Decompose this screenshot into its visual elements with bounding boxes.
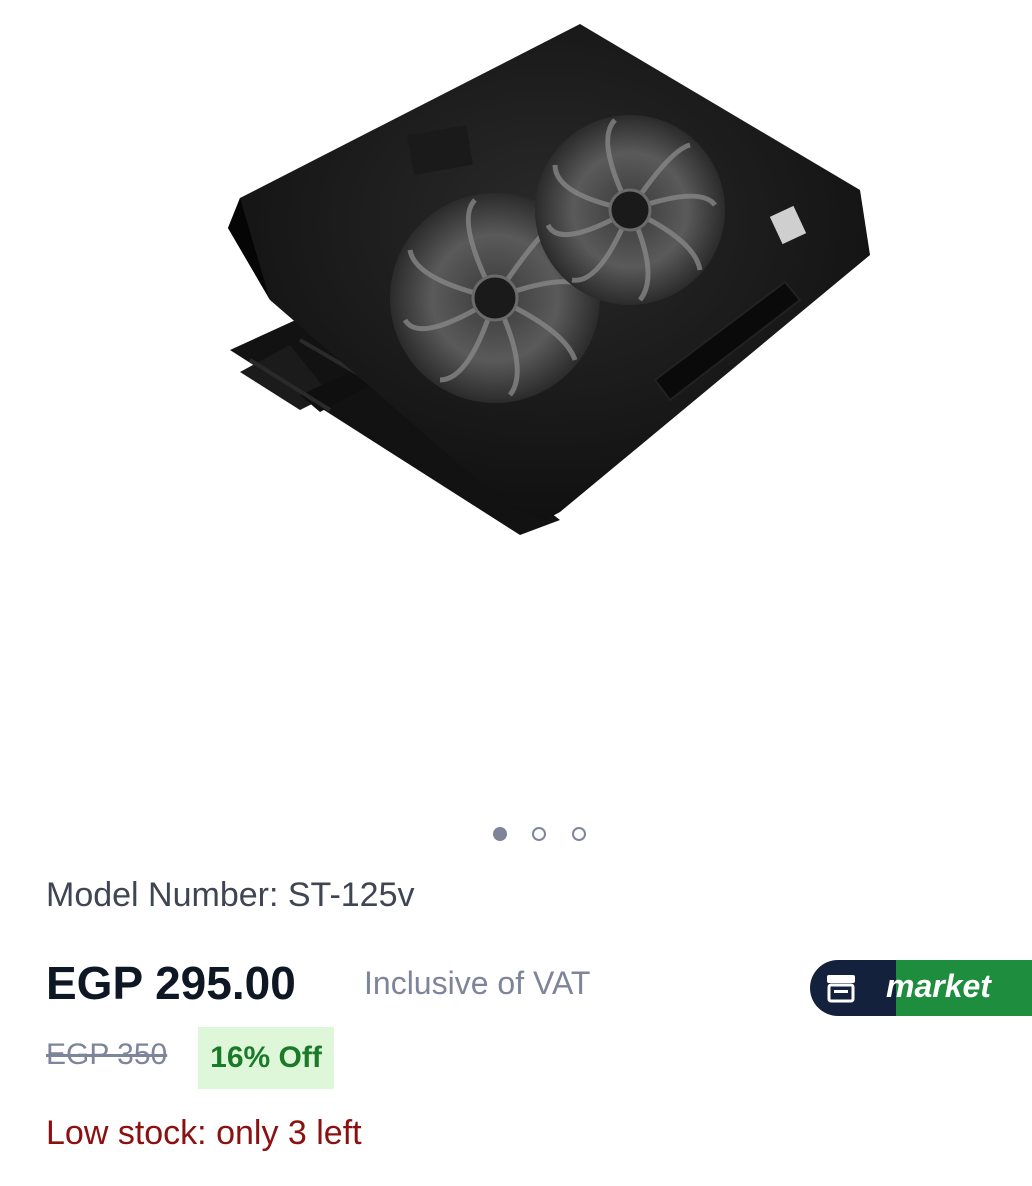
model-number: Model Number: ST-125v [46, 876, 415, 914]
vat-note: Inclusive of VAT [364, 965, 591, 1001]
discount-badge: 16% Off [198, 1027, 334, 1089]
stock-warning: Low stock: only 3 left [46, 1114, 362, 1152]
carousel-dot-1[interactable] [493, 827, 507, 841]
fan-right [535, 115, 725, 305]
cooling-pad-illustration [228, 24, 870, 535]
market-badge-label: market [886, 968, 991, 1004]
store-icon [827, 975, 855, 1003]
product-image[interactable] [0, 0, 1032, 800]
current-price: EGP 295.00 [46, 957, 296, 1009]
carousel-dot-2[interactable] [532, 827, 546, 841]
market-badge[interactable]: market [810, 960, 1032, 1016]
carousel-dot-3[interactable] [572, 827, 586, 841]
original-price: EGP 350 [46, 1038, 168, 1071]
carousel-indicators [0, 826, 1032, 848]
